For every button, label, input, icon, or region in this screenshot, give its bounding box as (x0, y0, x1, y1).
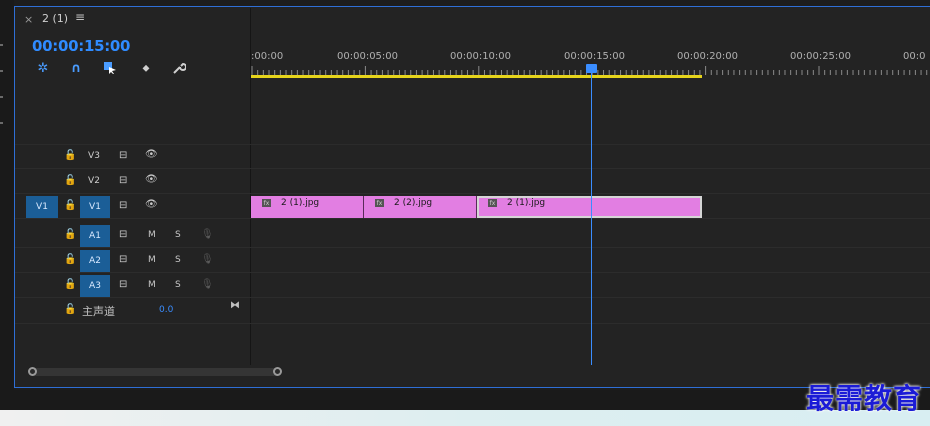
add-marker-icon[interactable]: ⬥ (137, 60, 155, 76)
mic-icon[interactable]: 🎙 (201, 279, 214, 290)
solo-button[interactable]: S (175, 230, 181, 240)
eye-icon[interactable]: 👁 (145, 149, 158, 160)
ruler-label: 00:0 (903, 51, 926, 62)
fx-badge-icon: fx (262, 199, 271, 207)
lock-icon[interactable]: 🔓 (64, 229, 76, 240)
ruler-label: 00:00:15:00 (564, 51, 626, 62)
menu-icon[interactable]: ≡ (75, 10, 85, 24)
bottom-bar (0, 390, 930, 412)
watermark-text: 最需教育 (806, 382, 923, 415)
ruler-label: 00:00:10:00 (450, 51, 512, 62)
sync-lock-icon[interactable]: ⊟ (119, 200, 127, 211)
left-panel-edge (0, 0, 14, 390)
eye-icon[interactable]: 👁 (145, 174, 158, 185)
clip-name: 2 (1).jpg (507, 198, 546, 208)
clip-name: 2 (2).jpg (394, 198, 433, 208)
master-volume-value[interactable]: 0.0 (159, 305, 173, 315)
track-label-v2[interactable]: V2 (79, 176, 109, 186)
mic-icon[interactable]: 🎙 (201, 229, 214, 240)
edge-mark (0, 122, 3, 124)
track-label-a1[interactable]: A1 (80, 225, 110, 247)
edge-mark (0, 70, 3, 72)
lock-icon[interactable]: 🔓 (64, 254, 76, 265)
mute-button[interactable]: M (148, 230, 156, 240)
nest-toggle-icon[interactable]: ✲ (34, 60, 52, 76)
wrench-glyph (173, 62, 186, 74)
track-label-v1[interactable]: V1 (80, 196, 110, 218)
playhead-handle[interactable] (586, 64, 597, 73)
track-label-v3[interactable]: V3 (79, 151, 109, 161)
clip[interactable]: fx 2 (1).jpg (251, 196, 364, 218)
footer-strip (0, 410, 930, 426)
ruler-label: 00:00:20:00 (677, 51, 739, 62)
edge-mark (0, 96, 3, 98)
linked-selection-icon[interactable] (101, 60, 119, 76)
master-track-label: 主声道 (82, 305, 115, 318)
ruler-label: 00:00:25:00 (790, 51, 852, 62)
track-row-a2: 🔓 A2 ⊟ M S 🎙 (15, 249, 930, 273)
fx-badge-icon: fx (375, 199, 384, 207)
track-row-master: 🔓 主声道 0.0 ⧓ (15, 298, 930, 324)
ruler-label: 00:00:05:00 (337, 51, 399, 62)
lock-icon[interactable]: 🔓 (64, 200, 76, 211)
sync-lock-icon[interactable]: ⊟ (119, 279, 127, 290)
lock-icon[interactable]: 🔓 (64, 175, 76, 186)
scrollbar-right-handle[interactable] (273, 367, 282, 376)
settings-wrench-icon[interactable] (170, 60, 188, 76)
sync-lock-icon[interactable]: ⊟ (119, 150, 127, 161)
work-area-bar[interactable] (251, 75, 702, 78)
linked-selection-glyph (104, 62, 116, 74)
track-row-v2: 🔓 V2 ⊟ 👁 (15, 170, 930, 194)
eye-icon[interactable]: 👁 (145, 199, 158, 210)
mic-icon[interactable]: 🎙 (201, 254, 214, 265)
solo-button[interactable]: S (175, 255, 181, 265)
clip-selected[interactable]: fx 2 (1).jpg (477, 196, 702, 218)
track-label-a3[interactable]: A3 (80, 275, 110, 297)
sync-lock-icon[interactable]: ⊟ (119, 229, 127, 240)
close-icon[interactable]: × (24, 13, 33, 26)
sequence-tab-title[interactable]: 2 (1) (42, 12, 68, 25)
solo-button[interactable]: S (175, 280, 181, 290)
jump-to-end-icon[interactable]: ⧓ (230, 300, 240, 311)
fx-badge-icon: fx (488, 199, 497, 207)
mute-button[interactable]: M (148, 255, 156, 265)
track-row-a1: 🔓 A1 ⊟ M S 🎙 (15, 224, 930, 248)
playhead-timecode[interactable]: 00:00:15:00 (32, 37, 131, 55)
mute-button[interactable]: M (148, 280, 156, 290)
ruler-label: :00:00 (251, 51, 284, 62)
lock-icon[interactable]: 🔓 (64, 279, 76, 290)
edge-mark (0, 44, 3, 46)
lock-icon[interactable]: 🔓 (64, 304, 76, 315)
scrollbar-left-handle[interactable] (28, 367, 37, 376)
clip[interactable]: fx 2 (2).jpg (364, 196, 477, 218)
source-patch-v1[interactable]: V1 (26, 196, 58, 218)
lock-icon[interactable]: 🔓 (64, 150, 76, 161)
track-label-a2[interactable]: A2 (80, 250, 110, 272)
track-row-a3: 🔓 A3 ⊟ M S 🎙 (15, 274, 930, 298)
playhead-line[interactable] (591, 64, 592, 365)
sync-lock-icon[interactable]: ⊟ (119, 254, 127, 265)
zoom-scrollbar[interactable] (28, 367, 282, 376)
sync-lock-icon[interactable]: ⊟ (119, 175, 127, 186)
track-row-v3: 🔓 V3 ⊟ 👁 (15, 145, 930, 169)
clip-name: 2 (1).jpg (281, 198, 320, 208)
snap-magnet-icon[interactable]: ∩ (67, 60, 85, 76)
